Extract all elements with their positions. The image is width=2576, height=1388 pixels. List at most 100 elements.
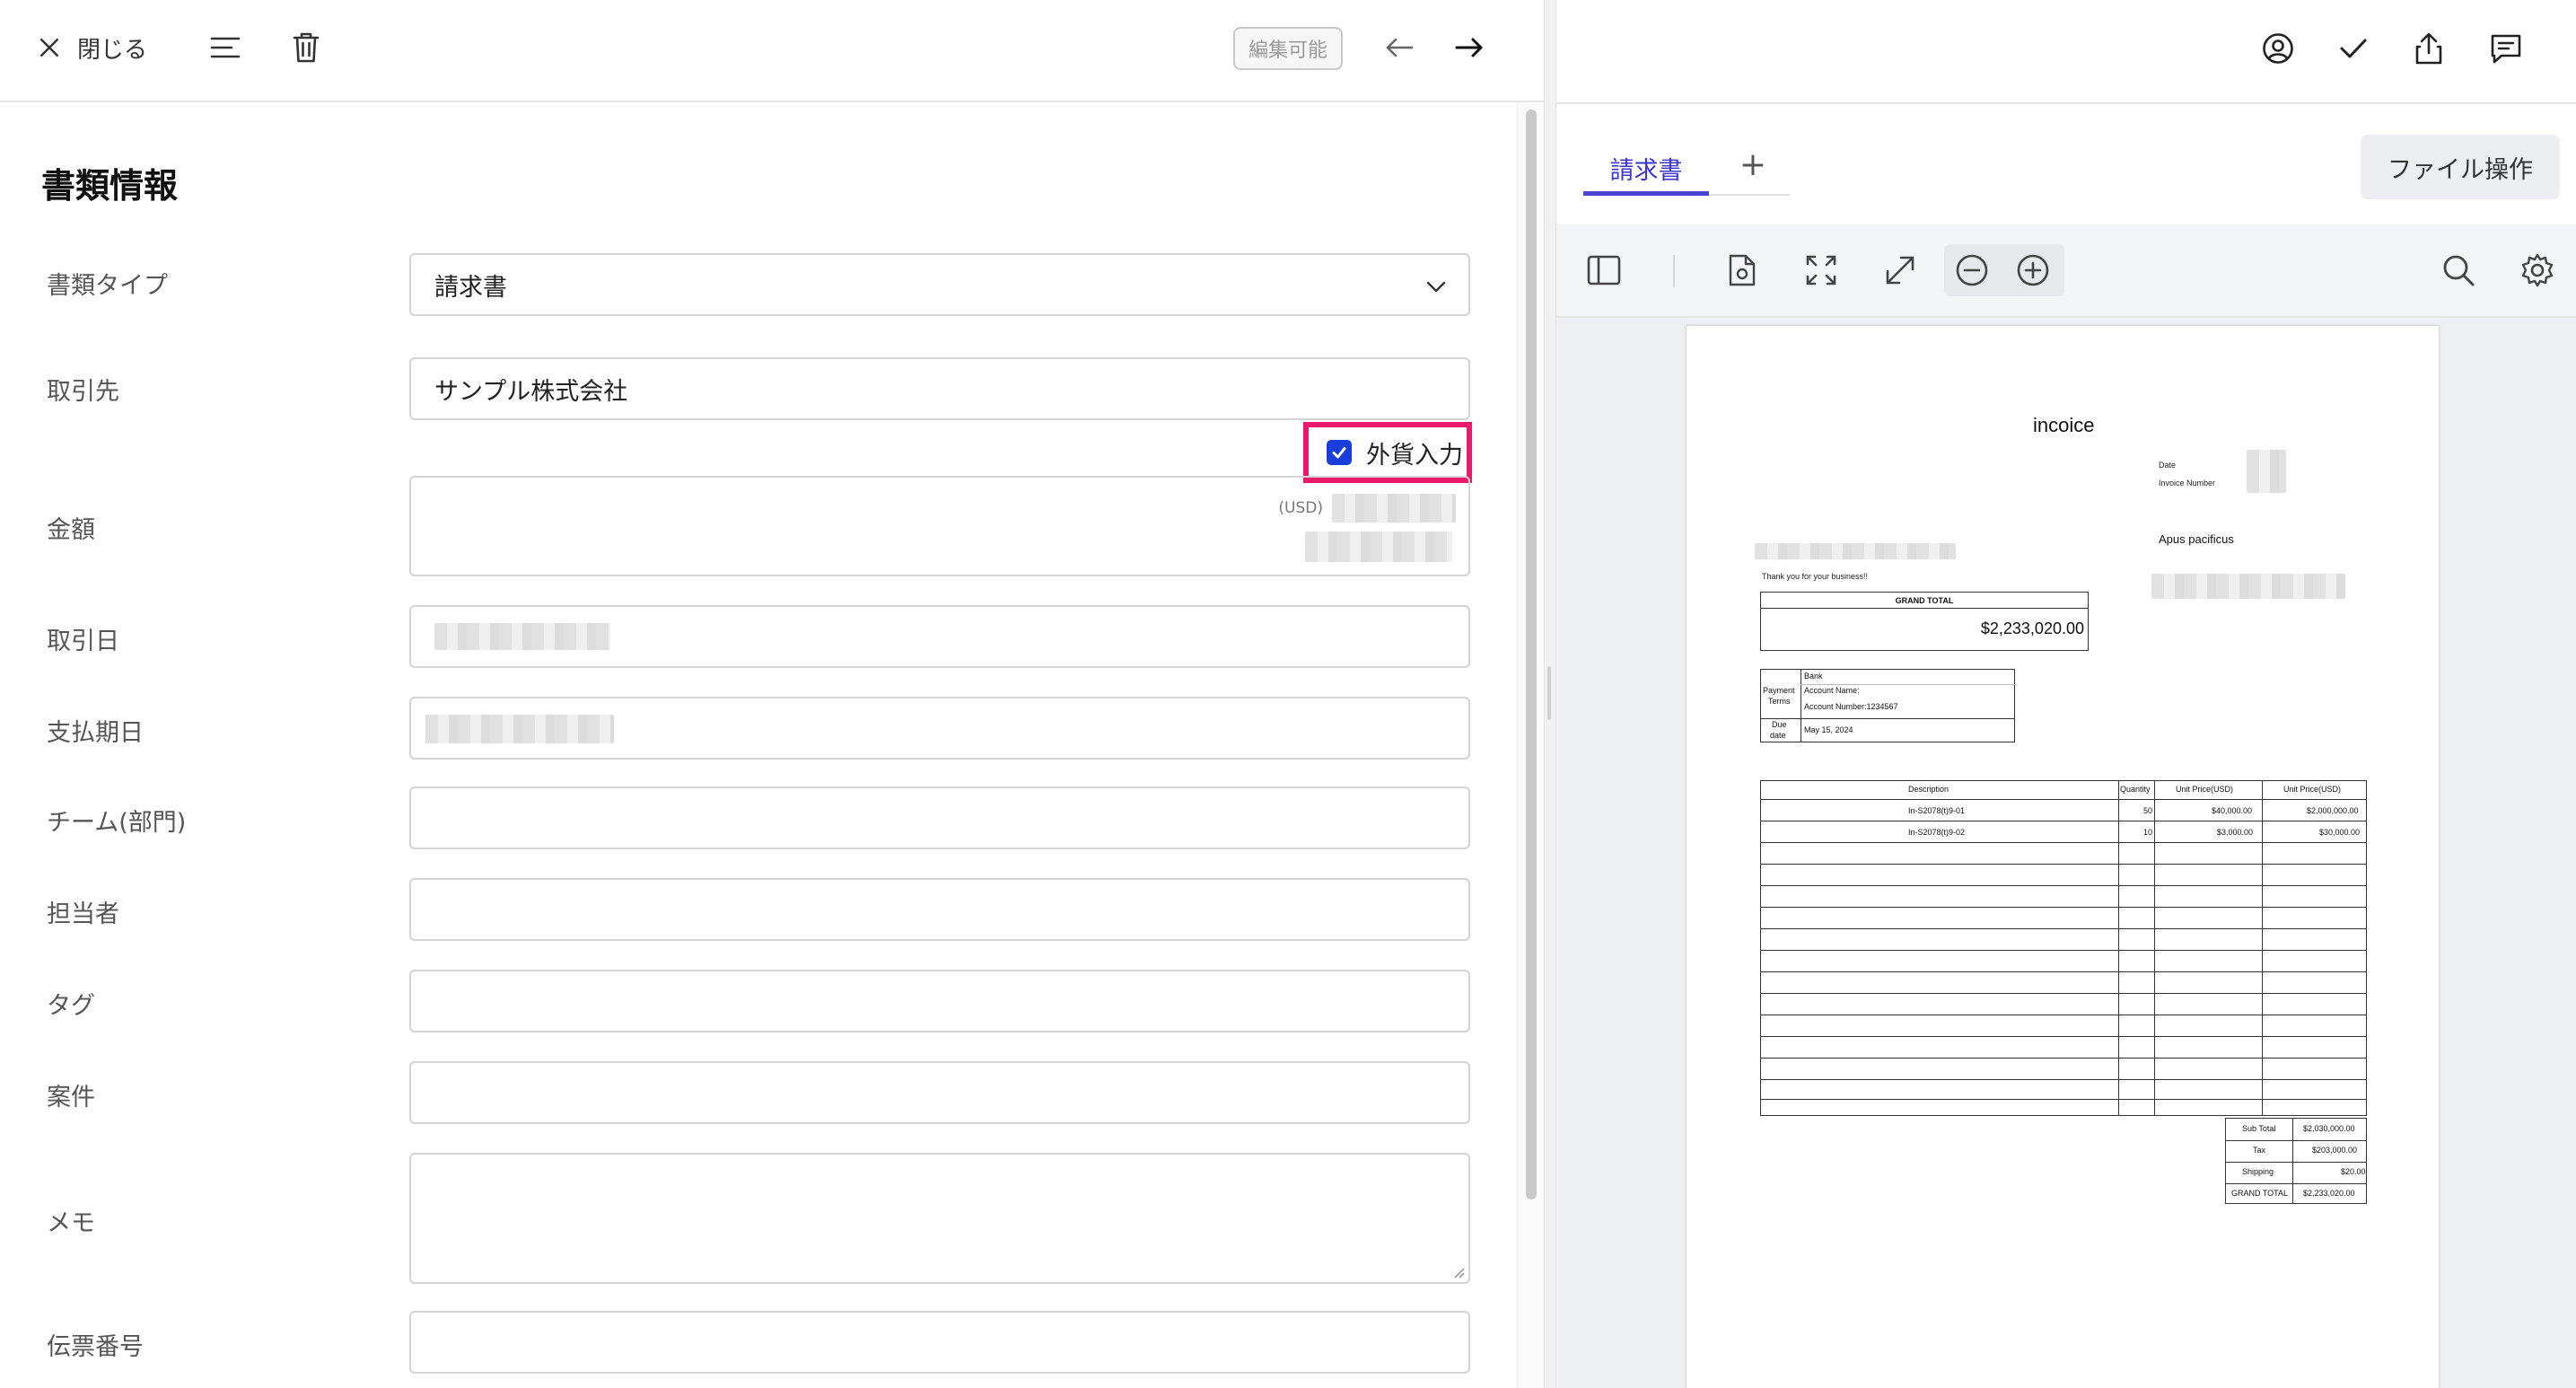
search-icon bbox=[2443, 255, 2475, 286]
next-button[interactable] bbox=[1449, 27, 1490, 68]
grand-total-value: $2,233,020.00 bbox=[1980, 619, 2084, 637]
amount-input[interactable]: (USD) bbox=[409, 476, 1470, 576]
redacted-amount-foreign bbox=[1332, 494, 1456, 523]
settings-button[interactable] bbox=[2517, 250, 2558, 291]
pane-resize-handle[interactable] bbox=[1547, 666, 1551, 720]
search-button[interactable] bbox=[2438, 250, 2479, 291]
tax-value: $203,000.00 bbox=[2312, 1146, 2358, 1155]
payment-terms-box: Payment Terms Bank Account Name: Account… bbox=[1760, 669, 2016, 742]
expand-button[interactable] bbox=[1879, 250, 1921, 291]
invoice-number-label: Invoice Number bbox=[2159, 479, 2216, 488]
comment-icon bbox=[2491, 34, 2521, 64]
doc-type-select[interactable]: 請求書 bbox=[409, 253, 1470, 316]
redacted-amount-converted bbox=[1305, 531, 1452, 562]
partner-input[interactable]: サンプル株式会社 bbox=[409, 357, 1470, 420]
partner-value: サンプル株式会社 bbox=[434, 377, 628, 406]
toolbar-separator bbox=[1673, 255, 1675, 287]
currency-tag: (USD) bbox=[1278, 499, 1323, 517]
table-row-divider bbox=[1761, 842, 2366, 843]
col-header-unit-price: Unit Price(USD) bbox=[2176, 785, 2234, 794]
arrow-left-icon bbox=[1386, 38, 1414, 57]
account-number: Account Number:1234567 bbox=[1804, 702, 1898, 711]
fit-page-button[interactable] bbox=[1801, 250, 1842, 291]
menu-icon bbox=[210, 37, 241, 58]
delete-button[interactable] bbox=[285, 25, 327, 70]
form-scrollbar-thumb[interactable] bbox=[1526, 110, 1537, 1199]
project-input[interactable] bbox=[409, 1061, 1470, 1124]
bank-label: Bank bbox=[1804, 672, 1823, 681]
shipping-value: $20.00 bbox=[2341, 1167, 2366, 1176]
page-settings-button[interactable] bbox=[1722, 250, 1763, 291]
share-icon bbox=[2415, 32, 2442, 65]
table-row-divider bbox=[1761, 928, 2366, 929]
redacted-due-date bbox=[425, 715, 614, 743]
zoom-in-button[interactable] bbox=[2012, 250, 2054, 291]
toggle-sidebar-button[interactable] bbox=[1583, 250, 1625, 291]
resize-grip-icon[interactable] bbox=[1452, 1266, 1465, 1278]
zoom-in-icon bbox=[2017, 254, 2049, 286]
menu-button[interactable] bbox=[205, 27, 246, 68]
checkmark-icon bbox=[1332, 447, 1346, 459]
comment-button[interactable] bbox=[2486, 29, 2526, 68]
payment-terms-label-2: Terms bbox=[1768, 697, 1791, 706]
subtotal-label: Sub Total bbox=[2242, 1124, 2276, 1133]
tag-input[interactable] bbox=[409, 970, 1470, 1032]
partner-label: 取引先 bbox=[47, 378, 119, 406]
pdf-toolbar bbox=[1556, 224, 2576, 318]
table-row-divider bbox=[1761, 1079, 2366, 1080]
approve-button[interactable] bbox=[2334, 29, 2373, 68]
pdf-viewport[interactable]: incoice Date Invoice Number Apus pacific… bbox=[1556, 318, 2576, 1388]
table-col-divider bbox=[2118, 781, 2119, 1115]
totals-row-divider bbox=[2226, 1140, 2366, 1141]
table-row-divider bbox=[1761, 993, 2366, 994]
table-row-divider bbox=[1761, 1036, 2366, 1037]
invoice-date-label: Date bbox=[2159, 461, 2177, 470]
editable-badge[interactable]: 編集可能 bbox=[1233, 27, 1343, 70]
row-1-description: In-S2078(t)9-01 bbox=[1908, 806, 1966, 815]
check-icon bbox=[2340, 39, 2367, 58]
project-label: 案件 bbox=[47, 1084, 95, 1111]
close-label: 閉じる bbox=[77, 36, 148, 64]
totals-row-divider bbox=[2226, 1183, 2366, 1184]
file-operations-button[interactable]: ファイル操作 bbox=[2361, 135, 2560, 199]
team-label: チーム(部門) bbox=[47, 809, 187, 837]
totals-row-divider bbox=[2226, 1162, 2366, 1163]
foreign-currency-checkbox[interactable] bbox=[1327, 440, 1352, 465]
memo-textarea[interactable] bbox=[409, 1153, 1470, 1284]
memo-label: メモ bbox=[47, 1209, 95, 1237]
tag-label: タグ bbox=[47, 992, 95, 1020]
team-input[interactable] bbox=[409, 786, 1470, 849]
expand-icon bbox=[1886, 256, 1914, 285]
col-header-description: Description bbox=[1908, 785, 1950, 794]
table-row-divider bbox=[1761, 950, 2366, 951]
tax-label: Tax bbox=[2253, 1146, 2266, 1155]
table-row-divider bbox=[1761, 907, 2366, 908]
row-2-quantity: 10 bbox=[2143, 828, 2153, 837]
previous-button[interactable] bbox=[1379, 27, 1420, 68]
user-button[interactable] bbox=[2258, 29, 2298, 68]
close-button[interactable]: 閉じる bbox=[36, 27, 147, 68]
due-date-input[interactable] bbox=[409, 697, 1470, 760]
pdf-page: incoice Date Invoice Number Apus pacific… bbox=[1686, 325, 2440, 1388]
foreign-currency-toggle[interactable]: 外貨入力 bbox=[1303, 422, 1472, 483]
row-1-quantity: 50 bbox=[2143, 806, 2153, 815]
document-info-panel: 閉じる 編集可能 書類情報 書類タイプ 請求書 取引先 サンプル株式会社 外貨入… bbox=[0, 0, 1544, 1388]
trash-icon bbox=[293, 32, 320, 63]
redacted-recipient-address bbox=[2151, 574, 2345, 599]
table-col-divider bbox=[2262, 781, 2263, 1115]
share-button[interactable] bbox=[2409, 29, 2449, 68]
transaction-date-input[interactable] bbox=[409, 605, 1470, 668]
assignee-input[interactable] bbox=[409, 878, 1470, 941]
due-date-label: 支払期日 bbox=[47, 719, 144, 747]
col-header-quantity: Quantity bbox=[2120, 785, 2151, 794]
tab-invoice[interactable]: 請求書 bbox=[1583, 140, 1709, 196]
table-row-divider bbox=[1761, 971, 2366, 972]
slip-number-input[interactable] bbox=[409, 1311, 1470, 1374]
zoom-out-button[interactable] bbox=[1951, 250, 1993, 291]
invoice-thanks: Thank you for your business!! bbox=[1762, 572, 1869, 581]
due-label-1: Due bbox=[1772, 720, 1787, 729]
row-2-amount: $30,000.00 bbox=[2319, 828, 2361, 837]
add-tab-button[interactable]: + bbox=[1732, 140, 1774, 190]
gear-icon bbox=[2521, 253, 2554, 287]
form-toolbar: 閉じる 編集可能 bbox=[0, 0, 1544, 102]
